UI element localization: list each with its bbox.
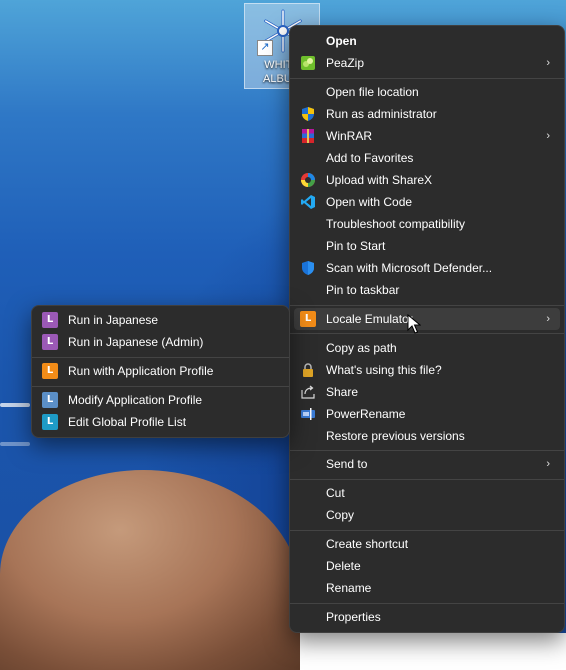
menu-item-label: Pin to taskbar	[326, 283, 400, 297]
menu-item-label: Restore previous versions	[326, 429, 465, 443]
rock-formation	[0, 470, 300, 670]
menu-item-label: Edit Global Profile List	[68, 415, 187, 429]
menu-item-troubleshoot[interactable]: Troubleshoot compatibility	[294, 213, 560, 235]
chevron-right-icon: ›	[546, 458, 550, 470]
locale-emulator-submenu: L Run in Japanese L Run in Japanese (Adm…	[31, 305, 290, 438]
chevron-right-icon: ›	[546, 313, 550, 325]
shortcut-arrow-icon: ↗	[257, 40, 273, 56]
mouse-cursor-icon	[407, 314, 421, 334]
winrar-icon	[302, 129, 314, 143]
menu-item-send-to[interactable]: Send to ›	[294, 453, 560, 475]
menu-item-delete[interactable]: Delete	[294, 555, 560, 577]
uac-shield-icon	[302, 107, 314, 121]
locale-emulator-icon: L	[300, 311, 316, 327]
menu-item-open[interactable]: Open	[294, 30, 560, 52]
menu-item-label: PowerRename	[326, 407, 406, 421]
menu-item-whats-using[interactable]: What's using this file?	[294, 359, 560, 381]
menu-item-label: Run with Application Profile	[68, 364, 214, 378]
menu-separator	[290, 305, 564, 306]
menu-item-open-file-location[interactable]: Open file location	[294, 81, 560, 103]
chevron-right-icon: ›	[546, 130, 550, 142]
submenu-item-run-japanese[interactable]: L Run in Japanese	[36, 309, 285, 331]
menu-item-label: WinRAR	[326, 129, 373, 143]
menu-item-label: Run in Japanese	[68, 313, 159, 327]
menu-separator	[32, 386, 289, 387]
menu-item-label: Open with Code	[326, 195, 413, 209]
menu-item-upload-sharex[interactable]: Upload with ShareX	[294, 169, 560, 191]
menu-item-share[interactable]: Share	[294, 381, 560, 403]
menu-item-label: Create shortcut	[326, 537, 409, 551]
powerrename-icon	[301, 408, 315, 420]
menu-item-label: Scan with Microsoft Defender...	[326, 261, 493, 275]
menu-item-properties[interactable]: Properties	[294, 606, 560, 628]
menu-item-run-as-admin[interactable]: Run as administrator	[294, 103, 560, 125]
menu-item-scan-defender[interactable]: Scan with Microsoft Defender...	[294, 257, 560, 279]
menu-item-label: What's using this file?	[326, 363, 442, 377]
defender-icon	[302, 261, 314, 275]
le-orange-icon: L	[42, 363, 58, 379]
menu-item-label: Copy as path	[326, 341, 397, 355]
menu-item-label: Send to	[326, 457, 368, 471]
menu-item-label: Share	[326, 385, 359, 399]
menu-item-label: Open file location	[326, 85, 419, 99]
menu-item-label: Add to Favorites	[326, 151, 414, 165]
context-menu: Open PeaZip › Open file location Run as …	[289, 25, 565, 633]
lock-icon	[303, 363, 313, 377]
menu-item-label: Troubleshoot compatibility	[326, 217, 465, 231]
menu-item-label: Locale Emulator	[326, 312, 413, 326]
menu-separator	[290, 530, 564, 531]
submenu-item-run-app-profile[interactable]: L Run with Application Profile	[36, 360, 285, 382]
menu-item-cut[interactable]: Cut	[294, 482, 560, 504]
menu-item-label: Upload with ShareX	[326, 173, 433, 187]
menu-item-create-shortcut[interactable]: Create shortcut	[294, 533, 560, 555]
le-teal-icon: L	[42, 414, 58, 430]
menu-item-label: PeaZip	[326, 56, 365, 70]
menu-item-restore-previous[interactable]: Restore previous versions	[294, 425, 560, 447]
menu-separator	[290, 450, 564, 451]
vscode-icon	[301, 195, 315, 209]
le-purple-icon: L	[42, 312, 58, 328]
menu-item-copy-as-path[interactable]: Copy as path	[294, 337, 560, 359]
menu-item-copy[interactable]: Copy	[294, 504, 560, 526]
menu-item-winrar[interactable]: WinRAR ›	[294, 125, 560, 147]
menu-item-label: Rename	[326, 581, 372, 595]
menu-item-locale-emulator[interactable]: L Locale Emulator ›	[294, 308, 560, 330]
peazip-icon	[301, 56, 315, 70]
menu-item-label: Delete	[326, 559, 361, 573]
menu-item-label: Open	[326, 34, 357, 48]
share-icon	[301, 385, 315, 399]
submenu-item-run-japanese-admin[interactable]: L Run in Japanese (Admin)	[36, 331, 285, 353]
menu-item-pin-to-taskbar[interactable]: Pin to taskbar	[294, 279, 560, 301]
menu-separator	[32, 357, 289, 358]
menu-item-label: Run in Japanese (Admin)	[68, 335, 204, 349]
wave-streak	[0, 442, 30, 446]
submenu-item-modify-app-profile[interactable]: L Modify Application Profile	[36, 389, 285, 411]
submenu-item-edit-global-profile[interactable]: L Edit Global Profile List	[36, 411, 285, 433]
wave-streak	[0, 403, 30, 407]
menu-separator	[290, 78, 564, 79]
le-purple-icon: L	[42, 334, 58, 350]
menu-item-peazip[interactable]: PeaZip ›	[294, 52, 560, 74]
menu-item-label: Copy	[326, 508, 355, 522]
menu-item-label: Properties	[326, 610, 381, 624]
menu-item-label: Pin to Start	[326, 239, 386, 253]
menu-item-powerrename[interactable]: PowerRename	[294, 403, 560, 425]
menu-item-label: Run as administrator	[326, 107, 437, 121]
menu-item-rename[interactable]: Rename	[294, 577, 560, 599]
menu-item-open-with-code[interactable]: Open with Code	[294, 191, 560, 213]
chevron-right-icon: ›	[546, 57, 550, 69]
menu-item-add-to-favorites[interactable]: Add to Favorites	[294, 147, 560, 169]
menu-separator	[290, 603, 564, 604]
menu-item-pin-to-start[interactable]: Pin to Start	[294, 235, 560, 257]
menu-item-label: Cut	[326, 486, 345, 500]
menu-separator	[290, 333, 564, 334]
menu-item-label: Modify Application Profile	[68, 393, 203, 407]
sharex-icon	[301, 173, 315, 187]
le-blue-icon: L	[42, 392, 58, 408]
menu-separator	[290, 479, 564, 480]
